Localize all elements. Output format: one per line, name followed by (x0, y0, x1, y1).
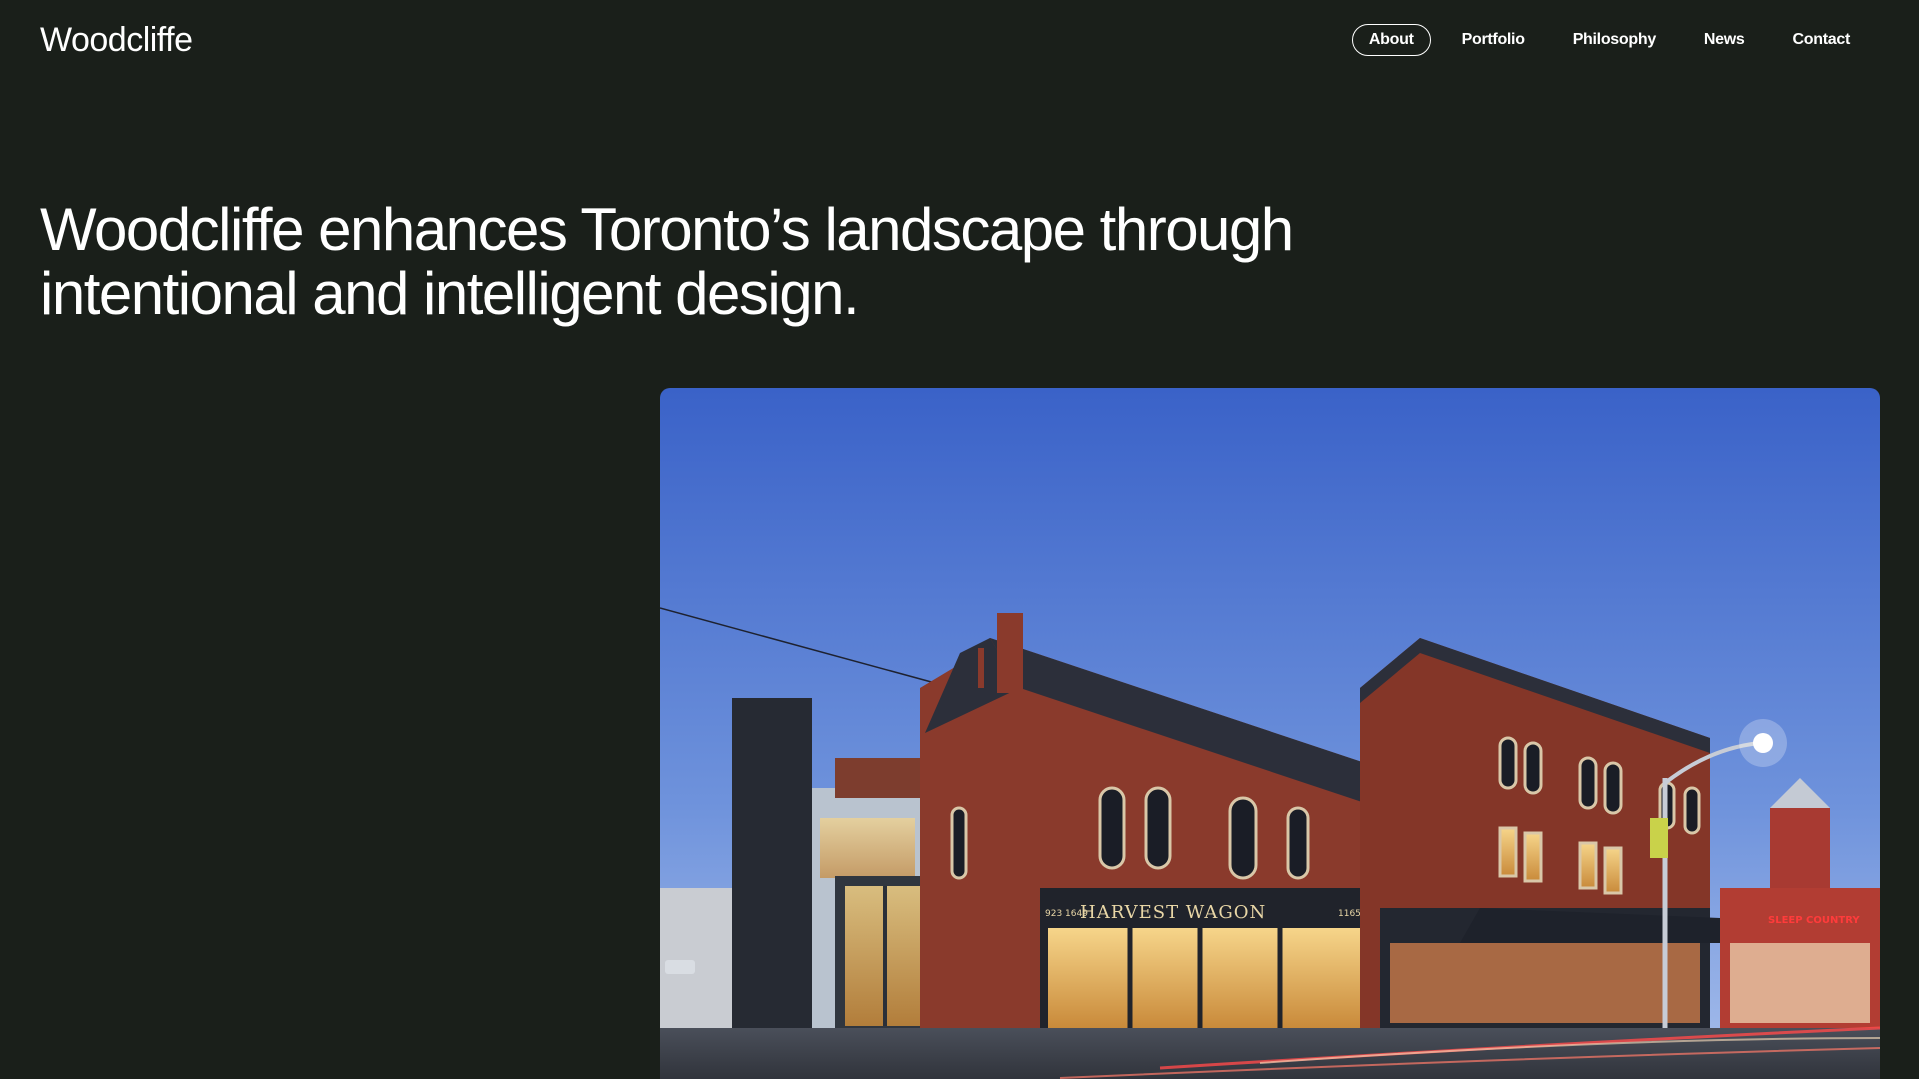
hero-image: HARVEST WAGON 923 1649 1165 SLEEP COUNTR… (660, 388, 1880, 1079)
hero-headline: Woodcliffe enhances Toronto’s landscape … (40, 198, 1440, 326)
storefront-sign-phone: 923 1649 (1045, 909, 1088, 919)
site-logo[interactable]: Woodcliffe (40, 18, 193, 62)
hero-headline-line-1: Woodcliffe enhances Toronto’s landscape … (40, 196, 1294, 263)
hero-headline-line-2: intentional and intelligent design. (40, 260, 860, 327)
site-header: Woodcliffe About Portfolio Philosophy Ne… (0, 0, 1919, 80)
banner (1650, 818, 1668, 858)
nav-about[interactable]: About (1351, 24, 1431, 56)
dark-tower (732, 698, 812, 1038)
nav-philosophy[interactable]: Philosophy (1556, 24, 1673, 56)
chimney (997, 613, 1023, 693)
storefront-sign-number: 1165 (1338, 909, 1361, 919)
nav-contact[interactable]: Contact (1776, 24, 1867, 56)
page: Woodcliffe About Portfolio Philosophy Ne… (0, 0, 1919, 1079)
building-photo-illustration: HARVEST WAGON 923 1649 1165 SLEEP COUNTR… (660, 388, 1880, 1079)
storefront-sign: HARVEST WAGON (1080, 902, 1266, 923)
nav-portfolio[interactable]: Portfolio (1445, 24, 1542, 56)
parked-car (665, 960, 695, 974)
sleep-country-sign: SLEEP COUNTRY (1768, 915, 1860, 926)
main-nav: About Portfolio Philosophy News Contact (1351, 24, 1867, 56)
nav-news[interactable]: News (1687, 24, 1762, 56)
